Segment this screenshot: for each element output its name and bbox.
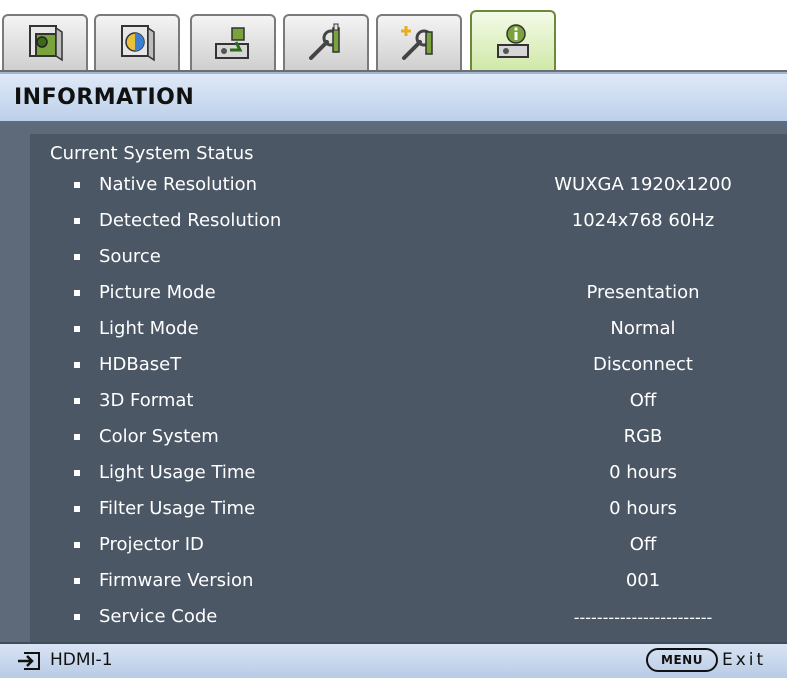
row-value: 1024x768 60Hz [571, 210, 715, 231]
bullet [74, 470, 80, 476]
bullet [74, 218, 80, 224]
row-value: 0 hours [609, 462, 677, 483]
row-label: Projector ID [99, 534, 204, 555]
picture-advanced-icon [121, 25, 155, 62]
bullet [74, 506, 80, 512]
picture-icon [29, 25, 63, 62]
projector-osd-menu: INFORMATION Current System Status Native… [0, 0, 787, 678]
info-row-detected-resolution: Detected Resolution 1024x768 60Hz [0, 204, 787, 240]
bullet [74, 434, 80, 440]
current-source-label: HDMI-1 [50, 650, 113, 670]
page-title: INFORMATION [14, 85, 195, 110]
info-row-picture-mode: Picture Mode Presentation [0, 276, 787, 312]
input-source-icon [18, 652, 40, 670]
bullet [74, 326, 80, 332]
info-row-hdbaset: HDBaseT Disconnect [0, 348, 787, 384]
tab-system-setup-basic[interactable] [283, 14, 369, 70]
tab-system-setup-advanced[interactable] [376, 14, 462, 70]
info-row-firmware-version: Firmware Version 001 [0, 564, 787, 600]
section-title: Current System Status [50, 143, 254, 164]
row-value: RGB [623, 426, 663, 447]
tab-source[interactable] [190, 14, 276, 70]
menu-header: INFORMATION [0, 72, 787, 124]
row-value: Presentation [586, 282, 700, 303]
row-label: Light Mode [99, 318, 199, 339]
menu-button[interactable]: MENU [646, 648, 718, 672]
row-label: Source [99, 246, 161, 267]
bullet [74, 398, 80, 404]
info-row-service-code: Service Code ------------------------ [0, 600, 787, 636]
bullet [74, 362, 80, 368]
tab-picture-advanced[interactable] [94, 14, 180, 70]
row-value: Disconnect [593, 354, 693, 375]
source-icon [215, 27, 249, 59]
info-row-projector-id: Projector ID Off [0, 528, 787, 564]
bullet [74, 290, 80, 296]
tab-picture[interactable] [2, 14, 88, 70]
system-setup-advanced-icon [401, 26, 433, 60]
row-value: Off [629, 534, 657, 555]
tab-information[interactable] [470, 10, 556, 72]
row-value: ------------------------ [573, 608, 713, 627]
bullet [74, 578, 80, 584]
bullet [74, 182, 80, 188]
row-value: 0 hours [609, 498, 677, 519]
row-label: Detected Resolution [99, 210, 282, 231]
row-label: Filter Usage Time [99, 498, 256, 519]
row-label: Native Resolution [99, 174, 258, 195]
row-label: Service Code [99, 606, 218, 627]
row-label: Light Usage Time [99, 462, 256, 483]
info-row-filter-usage-time: Filter Usage Time 0 hours [0, 492, 787, 528]
info-row-3d-format: 3D Format Off [0, 384, 787, 420]
bullet [74, 254, 80, 260]
info-row-color-system: Color System RGB [0, 420, 787, 456]
row-value: Off [629, 390, 657, 411]
information-icon [497, 24, 529, 58]
row-value: WUXGA 1920x1200 [554, 174, 732, 195]
tab-strip [0, 0, 787, 72]
row-label: HDBaseT [99, 354, 182, 375]
bullet [74, 614, 80, 620]
row-value: Normal [610, 318, 676, 339]
system-setup-basic-icon [309, 23, 340, 60]
exit-label: Exit [722, 650, 767, 670]
row-label: Picture Mode [99, 282, 216, 303]
info-row-light-usage-time: Light Usage Time 0 hours [0, 456, 787, 492]
status-bar: HDMI-1 MENU Exit [0, 642, 787, 678]
info-row-light-mode: Light Mode Normal [0, 312, 787, 348]
row-value: 001 [625, 570, 661, 591]
row-label: 3D Format [99, 390, 194, 411]
info-row-source: Source [0, 240, 787, 276]
bullet [74, 542, 80, 548]
info-row-native-resolution: Native Resolution WUXGA 1920x1200 [0, 168, 787, 204]
row-label: Color System [99, 426, 219, 447]
row-label: Firmware Version [99, 570, 254, 591]
